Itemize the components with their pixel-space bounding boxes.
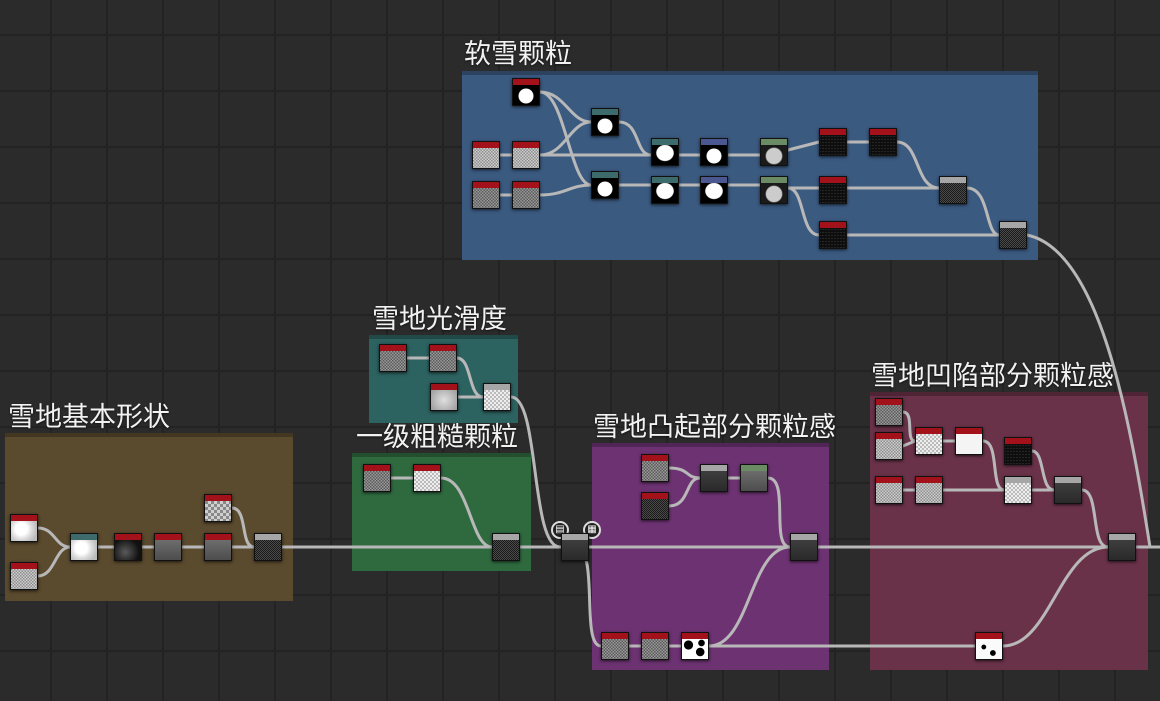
frame-title-soft-snow: 软雪颗粒 (464, 39, 572, 70)
node-smooth-noise-3[interactable] (430, 383, 458, 411)
node-grain-3[interactable] (819, 176, 847, 204)
node-sunken-spots[interactable] (975, 632, 1003, 660)
node-noise-4[interactable] (512, 181, 540, 209)
frame-soft-snow[interactable] (462, 71, 1038, 260)
node-raised-cells[interactable] (681, 632, 709, 660)
node-smooth-noise-2[interactable] (429, 344, 457, 372)
node-shape-noise[interactable] (10, 562, 38, 590)
node-blend-1[interactable] (700, 138, 728, 166)
node-shape-blend[interactable] (70, 533, 98, 561)
node-sunken-dark[interactable] (1004, 437, 1032, 465)
frame-sunken[interactable] (870, 392, 1148, 670)
node-blend-2[interactable] (700, 176, 728, 204)
node-smooth-blend[interactable] (483, 383, 511, 411)
node-blur-2[interactable] (760, 176, 788, 204)
node-shape-disc[interactable] (512, 78, 540, 106)
node-mix-1[interactable] (939, 176, 967, 204)
node-warp-2[interactable] (651, 176, 679, 204)
node-coarse-noise[interactable] (363, 464, 391, 492)
node-blur-1[interactable] (760, 138, 788, 166)
node-shape-gray[interactable] (204, 533, 232, 561)
node-raised-output[interactable] (790, 533, 818, 561)
frame-title-sunken: 雪地凹陷部分颗粒感 (871, 361, 1114, 392)
node-grain-4[interactable] (819, 221, 847, 249)
node-warp-1[interactable] (651, 138, 679, 166)
node-sunken-noise-3[interactable] (875, 476, 903, 504)
node-mix-2[interactable] (999, 221, 1027, 249)
node-splatter-1[interactable] (591, 108, 619, 136)
node-shape-levels[interactable] (154, 533, 182, 561)
node-noise-1[interactable] (472, 141, 500, 169)
node-merge-center[interactable] (561, 533, 589, 561)
node-noise-3[interactable] (472, 181, 500, 209)
node-coarse-white[interactable] (413, 464, 441, 492)
frame-basic-shape[interactable] (5, 433, 293, 601)
node-sunken-blend-1[interactable] (1004, 476, 1032, 504)
node-shape-dark[interactable] (114, 533, 142, 561)
node-shape-output[interactable] (254, 533, 282, 561)
node-raised-noise-2[interactable] (641, 492, 669, 520)
frame-title-raised: 雪地凸起部分颗粒感 (593, 412, 836, 443)
frame-title-coarse: 一级粗糙颗粒 (356, 422, 518, 453)
node-sunken-noise-1[interactable] (875, 398, 903, 426)
node-sunken-white-1[interactable] (915, 427, 943, 455)
node-noise-2[interactable] (512, 141, 540, 169)
node-sunken-output[interactable] (1108, 533, 1136, 561)
node-sunken-white-2[interactable] (955, 427, 983, 455)
node-shape-cloud-1[interactable] (10, 514, 38, 542)
node-sunken-noise-4[interactable] (915, 476, 943, 504)
node-raised-mask-1[interactable] (601, 632, 629, 660)
node-raised-blend[interactable] (700, 464, 728, 492)
node-raised-noise-1[interactable] (641, 454, 669, 482)
node-raised-mask-2[interactable] (641, 632, 669, 660)
frame-title-basic-shape: 雪地基本形状 (8, 402, 170, 433)
frame-title-smoothness: 雪地光滑度 (372, 304, 507, 335)
node-sunken-noise-2[interactable] (875, 432, 903, 460)
node-coarse-blend[interactable] (492, 533, 520, 561)
node-grain-2[interactable] (869, 128, 897, 156)
node-smooth-noise-1[interactable] (379, 344, 407, 372)
node-splatter-2[interactable] (591, 171, 619, 199)
node-shape-checker[interactable] (204, 494, 232, 522)
node-sunken-blend-2[interactable] (1054, 476, 1082, 504)
node-grain-1[interactable] (819, 128, 847, 156)
node-raised-blur[interactable] (740, 464, 768, 492)
